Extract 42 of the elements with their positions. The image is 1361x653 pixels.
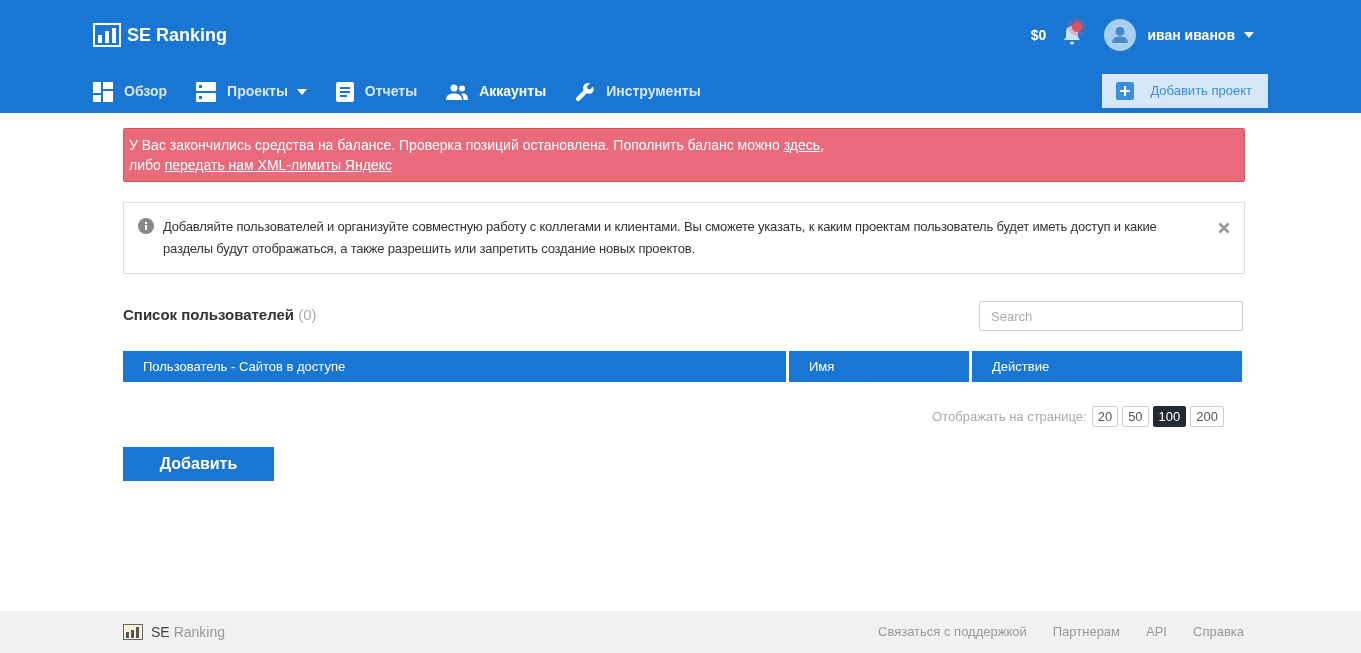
balance[interactable]: $0	[1030, 24, 1047, 46]
page-size-option[interactable]: 50	[1122, 406, 1149, 427]
logo-icon	[123, 624, 143, 640]
nav-tab[interactable]: Обзор	[93, 81, 168, 102]
footer-logo-text: Ranking	[173, 622, 226, 642]
page-size-option[interactable]: 20	[1091, 406, 1119, 427]
alert-link[interactable]: передать нам XML-лимиты Яндекс	[164, 157, 392, 173]
nav-tab[interactable]: Отчеты	[335, 81, 418, 102]
caret-icon	[1244, 32, 1254, 38]
page-size-option[interactable]: 200	[1190, 406, 1224, 427]
info-icon	[138, 218, 154, 234]
column-header: Имя	[789, 351, 969, 382]
document-icon	[335, 81, 354, 102]
add-project-button[interactable]: Добавить проект	[1102, 73, 1268, 108]
column-header: Пользователь - Сайтов в доступе	[123, 351, 786, 382]
footer-link[interactable]: Партнерам	[1052, 622, 1121, 642]
column-header: Действие	[972, 351, 1242, 382]
nav-tab[interactable]: Инструменты	[575, 81, 701, 102]
nav-tab[interactable]: Аккаунты	[446, 81, 547, 102]
footer-logo-text: SE	[151, 622, 170, 642]
info-text: Добавляйте пользователей и организуйте совместную работу с коллегами и клиентами. Вы сможете указать, к каким проектам пользователь будет иметь доступ и какие разделы будут отображаться, а также разрешить или запретить создание новых проектов.	[163, 218, 1158, 258]
add-button[interactable]: Добавить	[123, 447, 274, 481]
footer-link[interactable]: Справка	[1193, 622, 1244, 642]
footer-link[interactable]: Связаться с поддержкой	[878, 622, 1027, 642]
search-field[interactable]: Search	[979, 301, 1243, 331]
footer-link[interactable]: API	[1146, 622, 1167, 642]
section-title: Список пользователей	[123, 306, 295, 323]
page-size-option[interactable]: 100	[1152, 406, 1187, 427]
logo-icon	[93, 23, 121, 47]
alert-message: У Вас закончились средства на балансе. Проверка позиций остановлена. Пополнить баланс можно здесь, либо передать нам XML-лимиты Яндекс	[129, 136, 825, 175]
users-icon	[446, 83, 469, 100]
wrench-icon	[575, 81, 596, 102]
nav-tab[interactable]: Проекты	[196, 81, 307, 102]
close-icon[interactable]	[1218, 222, 1230, 234]
server-icon	[196, 81, 217, 102]
plus-icon	[1116, 81, 1135, 100]
dashboard-icon	[93, 81, 113, 102]
avatar-icon[interactable]	[1104, 19, 1137, 51]
user-menu[interactable]: иван иванов	[1147, 24, 1254, 46]
logo-text: SE Ranking	[127, 23, 228, 47]
page-size-label: Отображать на странице:	[932, 407, 1087, 426]
user-count: (0)	[298, 306, 317, 323]
